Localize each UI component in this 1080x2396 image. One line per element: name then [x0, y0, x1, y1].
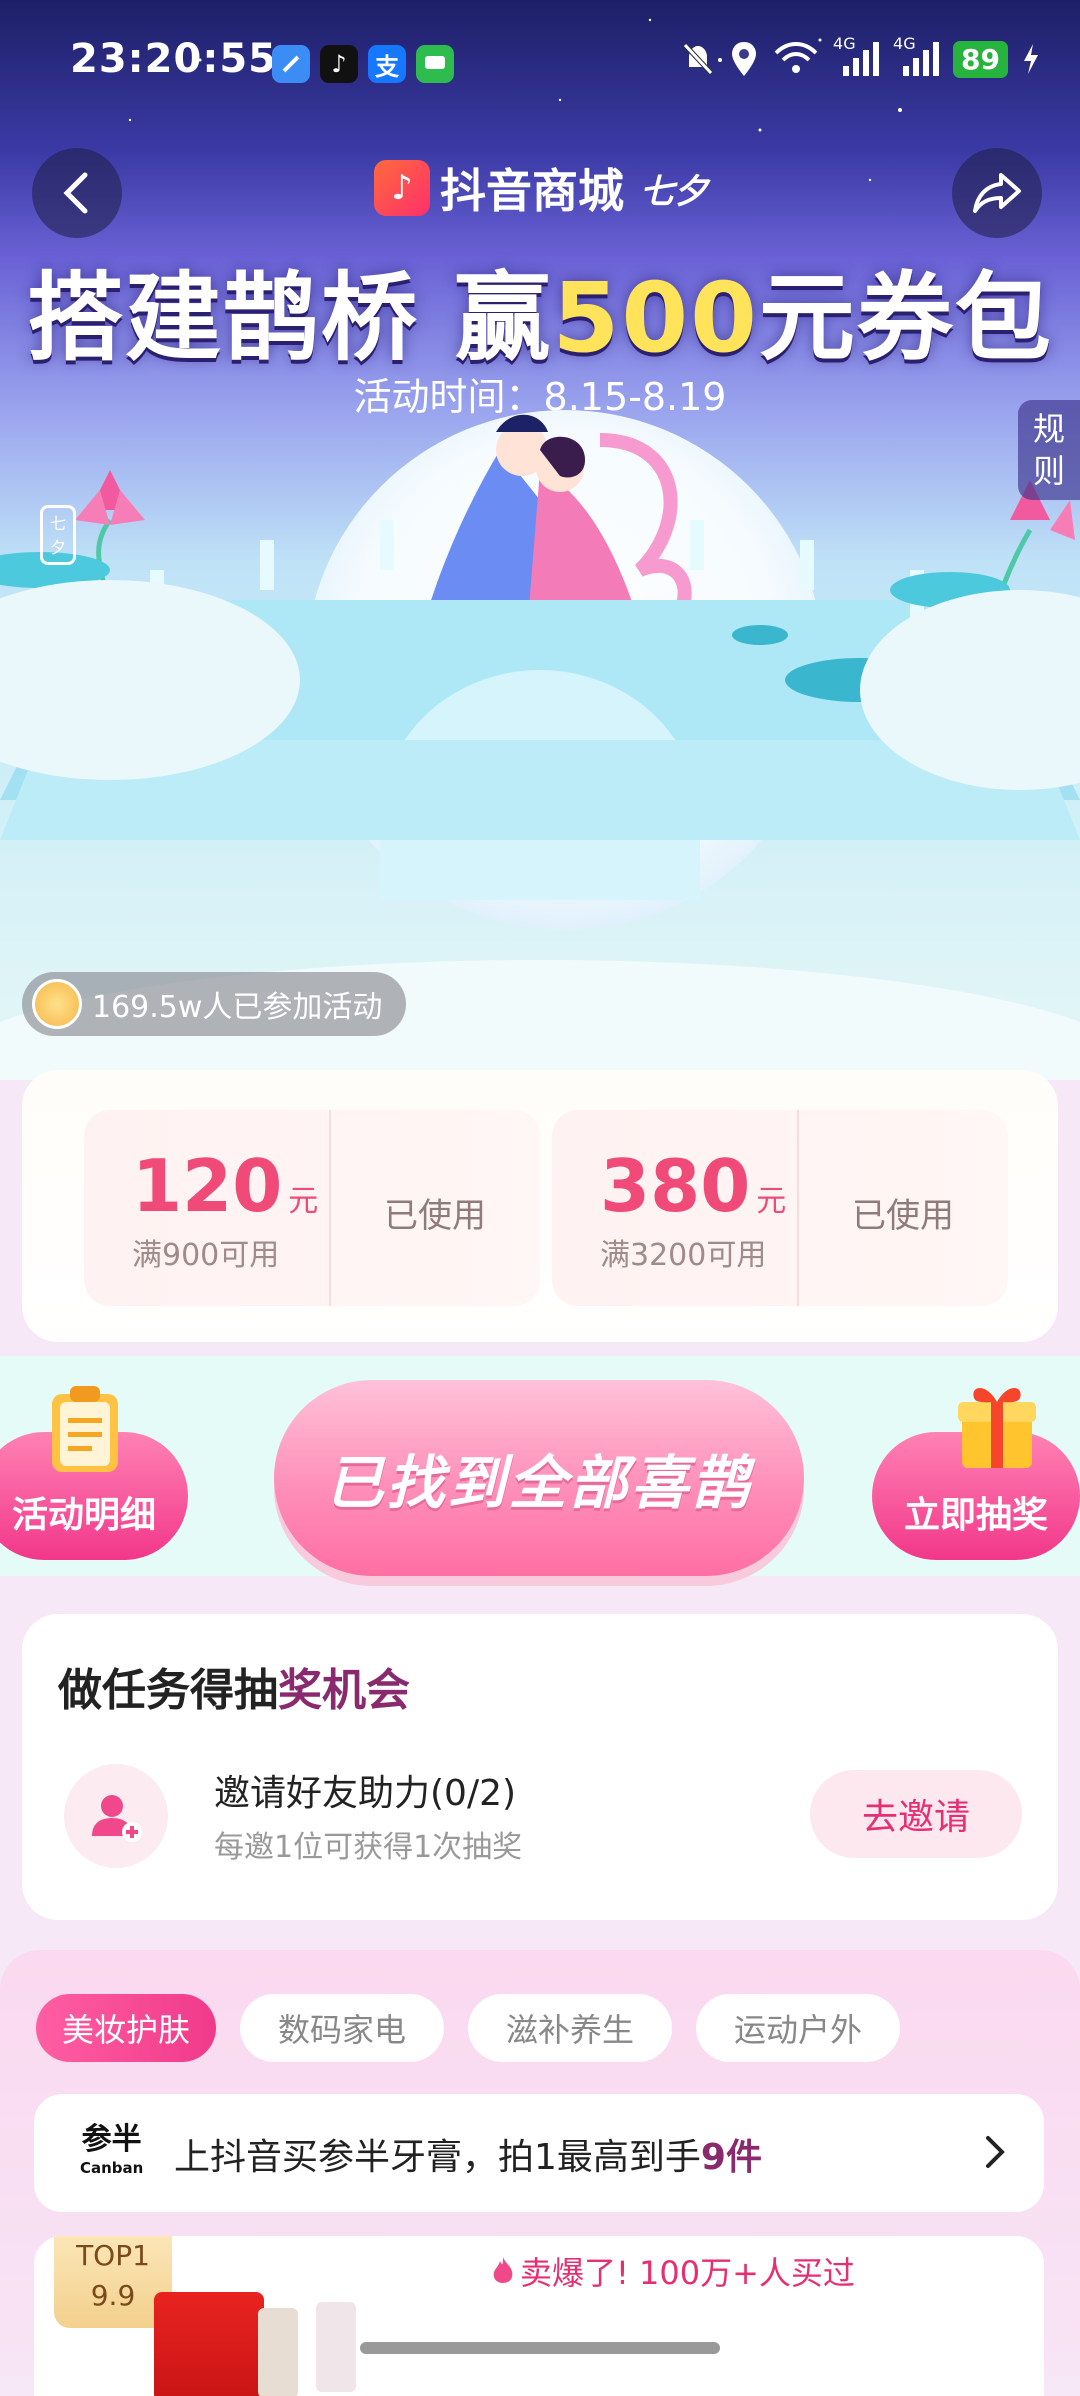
coupon-condition: 满3200可用	[600, 1238, 767, 1273]
qixi-seal-icon: 七夕	[40, 505, 76, 565]
douyin-mall-logo: ♪ 抖音商城 七夕	[374, 155, 708, 221]
coupon-120: 120 元 满900可用 已使用	[84, 1110, 540, 1306]
category-tab-outdoor[interactable]: 运动户外	[696, 1994, 900, 2062]
battery-level: 89	[953, 40, 1008, 78]
invite-button[interactable]: 去邀请	[810, 1770, 1022, 1858]
coupon-unit: 元	[288, 1184, 319, 1219]
coupon-amount: 120	[132, 1144, 283, 1228]
share-button[interactable]	[952, 148, 1042, 238]
avatar	[32, 979, 82, 1029]
status-bar: 23:20:55 ♪ 支 4G 4G 89	[0, 0, 1080, 130]
rules-button[interactable]: 规则	[1018, 400, 1080, 500]
task-name: 邀请好友助力(0/2)	[214, 1773, 517, 1814]
category-tab-beauty[interactable]: 美妆护肤	[36, 1994, 216, 2062]
mute-icon	[683, 43, 713, 75]
coupon-status: 已使用	[852, 1196, 954, 1236]
category-tab-health[interactable]: 滋补养生	[468, 1994, 672, 2062]
product-image	[154, 2292, 264, 2396]
maps-icon	[272, 45, 310, 83]
hero-banner: 23:20:55 ♪ 支 4G 4G 89 ♪ 抖音商城 七夕 搭建鹊桥 赢50…	[0, 0, 1080, 1080]
coupon-unit: 元	[756, 1184, 787, 1219]
campaign-headline: 搭建鹊桥 赢500元券包	[27, 262, 1053, 374]
all-magpies-found-button[interactable]: 已找到全部喜鹊	[274, 1380, 804, 1576]
status-time: 23:20:55	[70, 36, 277, 82]
clipboard-icon	[48, 1384, 122, 1474]
campaign-period: 活动时间：8.15-8.19	[353, 375, 727, 419]
share-icon	[973, 173, 1021, 213]
cellular-signal-1: 4G	[833, 34, 880, 78]
messages-icon	[416, 45, 454, 83]
promo-text: 上抖音买参半牙膏，拍1最高到手9件	[174, 2137, 762, 2178]
task-card-title: 做任务得抽奖机会	[58, 1665, 410, 1716]
gift-icon	[956, 1380, 1038, 1472]
product-image	[316, 2302, 356, 2392]
task-card: 做任务得抽奖机会 邀请好友助力(0/2) 每邀1位可获得1次抽奖 去邀请	[22, 1614, 1058, 1920]
alipay-icon: 支	[368, 45, 406, 83]
system-status-icons: 4G 4G 89	[681, 34, 1040, 78]
charging-icon	[1024, 44, 1038, 74]
coupon-pack-card: 120 元 满900可用 已使用 380 元 满3200可用 已使用	[22, 1070, 1058, 1342]
coupon-status: 已使用	[384, 1196, 486, 1236]
shopping-bag-icon: ♪	[374, 160, 430, 216]
category-tab-digital[interactable]: 数码家电	[240, 1994, 444, 2062]
chevron-left-icon	[63, 172, 88, 214]
brand-promo-banner[interactable]: 参半 Canban 上抖音买参半牙膏，拍1最高到手9件	[34, 2094, 1044, 2212]
coupon-380: 380 元 满3200可用 已使用	[552, 1110, 1008, 1306]
coupon-amount: 380	[600, 1144, 751, 1228]
participants-badge: 169.5w人已参加活动	[22, 972, 407, 1036]
flame-icon	[493, 2257, 513, 2283]
product-image	[258, 2308, 298, 2396]
home-indicator[interactable]	[360, 2342, 720, 2354]
canban-logo: 参半 Canban	[80, 2122, 144, 2178]
location-icon	[732, 42, 757, 76]
chevron-right-icon	[986, 2136, 1005, 2168]
invite-friend-icon	[64, 1764, 168, 1868]
tiktok-icon: ♪	[320, 45, 358, 83]
wifi-icon	[774, 42, 818, 73]
product-card[interactable]: TOP1 9.9 卖爆了! 100万+人买过	[34, 2236, 1044, 2396]
task-description: 每邀1位可获得1次抽奖	[214, 1830, 523, 1865]
cellular-signal-2: 4G	[893, 34, 940, 78]
notification-app-icons: ♪ 支	[272, 45, 454, 83]
back-button[interactable]	[32, 148, 122, 238]
best-seller-label: 卖爆了! 100万+人买过	[490, 2248, 855, 2294]
coupon-condition: 满900可用	[132, 1238, 280, 1273]
